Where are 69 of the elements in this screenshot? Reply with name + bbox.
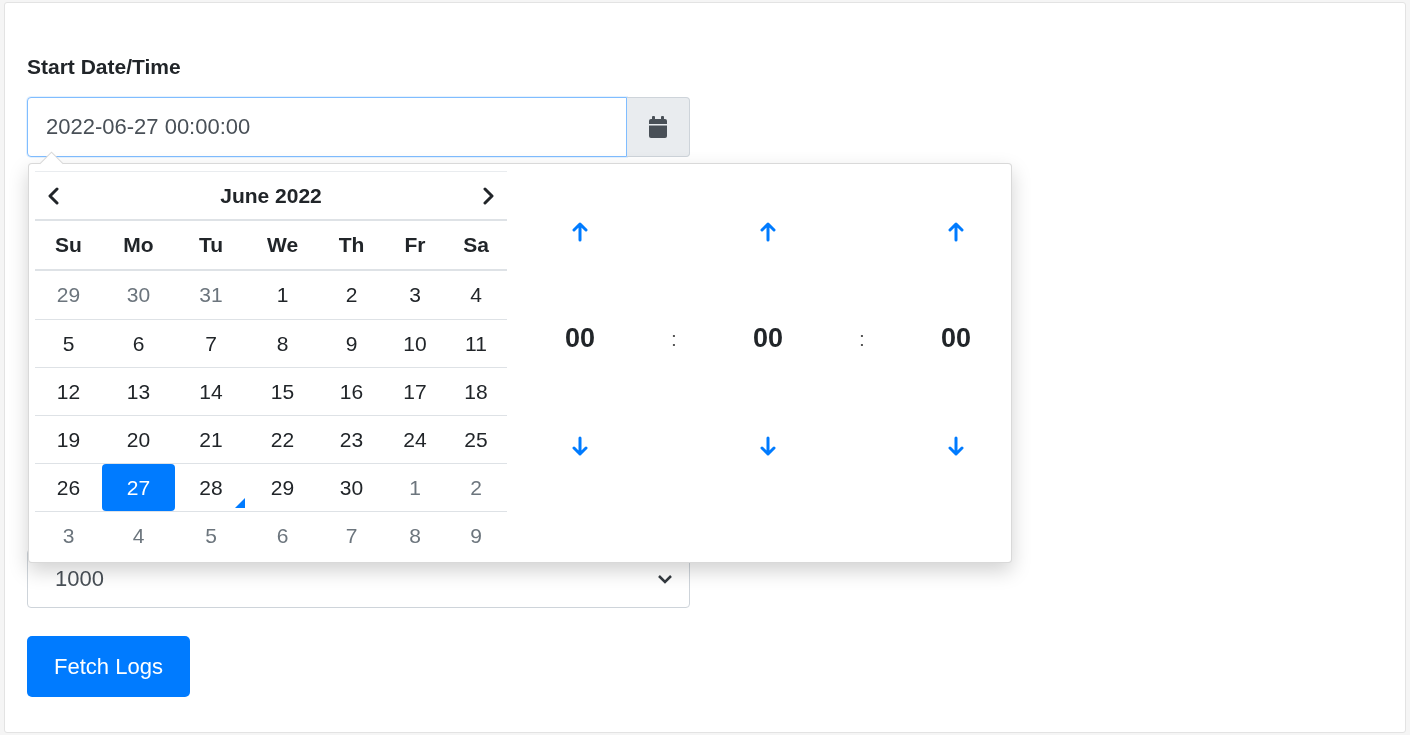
- day-cell[interactable]: 12: [35, 368, 102, 415]
- day-cell[interactable]: 30: [102, 271, 175, 319]
- day-cell[interactable]: 20: [102, 416, 175, 463]
- day-cell[interactable]: 2: [318, 271, 385, 319]
- day-cell[interactable]: 3: [35, 512, 102, 559]
- day-cell[interactable]: 23: [318, 416, 385, 463]
- weekday-label: Th: [338, 233, 365, 257]
- day-cell[interactable]: 4: [102, 512, 175, 559]
- time-value[interactable]: 00: [564, 323, 595, 354]
- day-cell[interactable]: 31: [175, 271, 247, 319]
- day-cell[interactable]: 6: [102, 320, 175, 367]
- time-separator: :: [671, 326, 677, 351]
- calendar-button[interactable]: [627, 97, 690, 157]
- arrow-up-icon: [948, 221, 964, 242]
- day-cell[interactable]: 24: [385, 416, 445, 463]
- chevron-left-icon: [47, 186, 59, 205]
- day-cell[interactable]: 8: [247, 320, 318, 367]
- day-cell[interactable]: 30: [318, 464, 385, 511]
- time-separator: :: [859, 326, 865, 351]
- weekday-label: Sa: [463, 233, 489, 257]
- weekday-label: Mo: [123, 233, 154, 257]
- day-cell[interactable]: 1: [385, 464, 445, 511]
- day-cell[interactable]: 5: [35, 320, 102, 367]
- arrow-up-icon: [760, 221, 776, 242]
- day-cell[interactable]: 21: [175, 416, 247, 463]
- day-cell[interactable]: 9: [318, 320, 385, 367]
- day-cell[interactable]: 7: [318, 512, 385, 559]
- day-cell[interactable]: 3: [385, 271, 445, 319]
- time-value[interactable]: 00: [752, 323, 783, 354]
- day-cell[interactable]: 11: [445, 320, 507, 367]
- day-cell[interactable]: 25: [445, 416, 507, 463]
- day-cell[interactable]: 9: [445, 512, 507, 559]
- month-title[interactable]: June 2022: [216, 179, 326, 212]
- arrow-down-icon: [572, 435, 588, 456]
- day-cell[interactable]: 27: [102, 464, 175, 511]
- weekday-label: We: [266, 233, 299, 257]
- day-cell[interactable]: 7: [175, 320, 247, 367]
- arrow-down-icon: [948, 435, 964, 456]
- weekday-label: Fr: [404, 233, 426, 257]
- day-cell[interactable]: 29: [247, 464, 318, 511]
- day-cell[interactable]: 29: [35, 271, 102, 319]
- day-cell[interactable]: 17: [385, 368, 445, 415]
- arrow-down-icon: [760, 435, 776, 456]
- day-cell[interactable]: 15: [247, 368, 318, 415]
- weekday-label: Tu: [198, 233, 224, 257]
- day-cell[interactable]: 22: [247, 416, 318, 463]
- day-cell[interactable]: 28: [175, 464, 247, 511]
- day-cell[interactable]: 16: [318, 368, 385, 415]
- field-label: Start Date/Time: [27, 54, 181, 80]
- day-cell[interactable]: 5: [175, 512, 247, 559]
- day-cell[interactable]: 14: [175, 368, 247, 415]
- day-cell[interactable]: 13: [102, 368, 175, 415]
- calendar-icon: [648, 115, 668, 139]
- day-cell[interactable]: 10: [385, 320, 445, 367]
- day-cell[interactable]: 4: [445, 271, 507, 319]
- time-value[interactable]: 00: [940, 323, 971, 354]
- day-cell[interactable]: 1: [247, 271, 318, 319]
- day-cell[interactable]: 8: [385, 512, 445, 559]
- day-cell[interactable]: 2: [445, 464, 507, 511]
- date-time-input[interactable]: 2022-06-27 00:00:00: [27, 97, 627, 157]
- day-cell[interactable]: 18: [445, 368, 507, 415]
- chevron-right-icon: [483, 186, 495, 205]
- fetch-logs-button[interactable]: Fetch Logs: [27, 636, 190, 697]
- arrow-up-icon: [572, 221, 588, 242]
- day-cell[interactable]: 19: [35, 416, 102, 463]
- chevron-down-icon: [657, 573, 673, 584]
- day-cell[interactable]: 26: [35, 464, 102, 511]
- weekday-label: Su: [55, 233, 82, 257]
- day-cell[interactable]: 6: [247, 512, 318, 559]
